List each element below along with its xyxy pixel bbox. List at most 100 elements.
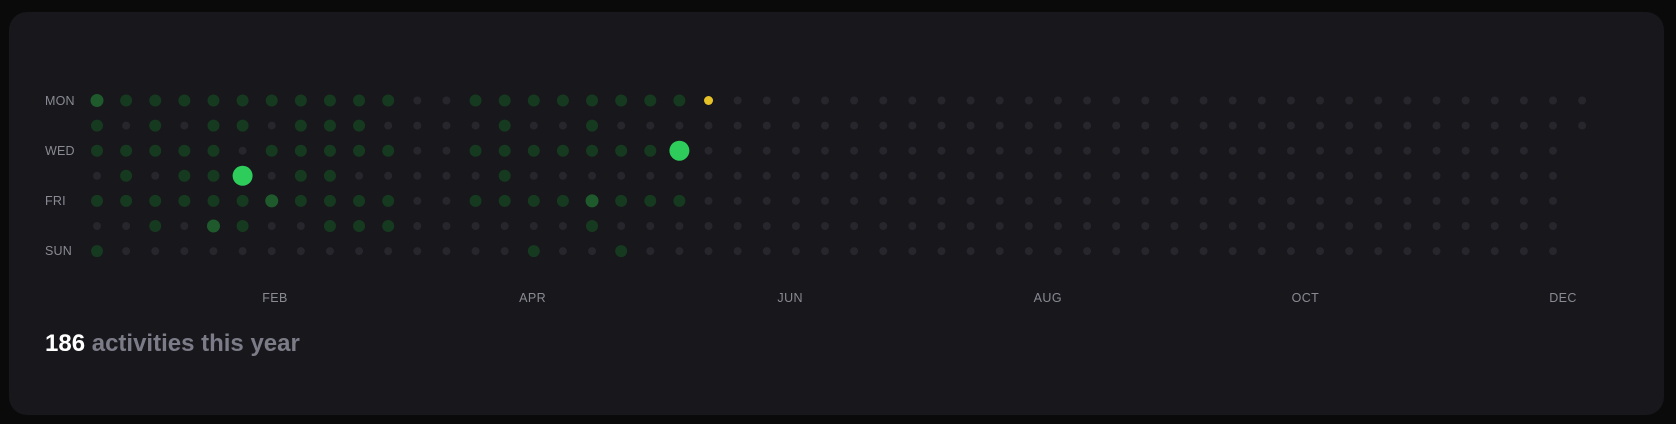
day-cell-w50-fri[interactable] bbox=[1519, 196, 1528, 205]
day-cell-w25-tue[interactable] bbox=[791, 121, 800, 130]
day-cell-w7-tue[interactable] bbox=[267, 121, 276, 130]
day-cell-w40-tue[interactable] bbox=[1228, 121, 1237, 130]
day-cell-w17-fri[interactable] bbox=[556, 194, 569, 207]
day-cell-w42-sun[interactable] bbox=[1286, 247, 1295, 256]
day-cell-w40-thu[interactable] bbox=[1228, 171, 1237, 180]
day-cell-w8-mon[interactable] bbox=[294, 94, 307, 107]
day-cell-w36-thu[interactable] bbox=[1112, 171, 1121, 180]
day-cell-w50-sun[interactable] bbox=[1519, 247, 1528, 256]
day-cell-w35-sun[interactable] bbox=[1083, 247, 1092, 256]
day-cell-w41-tue[interactable] bbox=[1257, 121, 1266, 130]
day-cell-w41-thu[interactable] bbox=[1257, 171, 1266, 180]
day-cell-w13-thu[interactable] bbox=[442, 171, 451, 180]
day-cell-w47-sun[interactable] bbox=[1432, 247, 1441, 256]
day-cell-w15-tue[interactable] bbox=[498, 119, 511, 132]
day-cell-w23-fri[interactable] bbox=[733, 196, 742, 205]
day-cell-w24-sun[interactable] bbox=[762, 247, 771, 256]
day-cell-w46-sun[interactable] bbox=[1403, 247, 1412, 256]
day-cell-w48-mon[interactable] bbox=[1461, 96, 1470, 105]
day-cell-w38-sun[interactable] bbox=[1170, 247, 1179, 256]
day-cell-w2-fri[interactable] bbox=[120, 194, 133, 207]
day-cell-w12-fri[interactable] bbox=[413, 196, 422, 205]
day-cell-w13-wed[interactable] bbox=[442, 146, 451, 155]
day-cell-w1-fri[interactable] bbox=[91, 194, 103, 207]
day-cell-w17-tue[interactable] bbox=[558, 121, 567, 130]
day-cell-w27-tue[interactable] bbox=[850, 121, 859, 130]
day-cell-w51-fri[interactable] bbox=[1549, 196, 1557, 205]
day-cell-w32-thu[interactable] bbox=[995, 171, 1004, 180]
day-cell-w19-sat[interactable] bbox=[617, 222, 626, 230]
day-cell-w34-wed[interactable] bbox=[1053, 146, 1062, 155]
day-cell-w26-tue[interactable] bbox=[821, 121, 829, 130]
day-cell-w35-mon[interactable] bbox=[1083, 96, 1092, 105]
day-cell-w16-sat[interactable] bbox=[529, 222, 538, 230]
day-cell-w24-fri[interactable] bbox=[762, 196, 771, 205]
day-cell-w49-fri[interactable] bbox=[1490, 196, 1499, 205]
day-cell-w28-fri[interactable] bbox=[879, 196, 888, 205]
day-cell-w10-mon[interactable] bbox=[353, 94, 366, 107]
day-cell-w42-wed[interactable] bbox=[1286, 146, 1295, 155]
day-cell-w45-wed[interactable] bbox=[1374, 146, 1383, 155]
day-cell-w7-mon[interactable] bbox=[265, 94, 278, 107]
day-cell-w14-tue[interactable] bbox=[471, 121, 480, 130]
day-cell-w6-tue[interactable] bbox=[236, 119, 249, 132]
day-cell-w39-sun[interactable] bbox=[1199, 247, 1208, 256]
day-cell-w36-fri[interactable] bbox=[1112, 196, 1121, 205]
day-cell-w26-thu[interactable] bbox=[821, 171, 829, 180]
day-cell-w27-thu[interactable] bbox=[850, 171, 859, 180]
day-cell-w9-fri[interactable] bbox=[323, 194, 336, 207]
day-cell-w37-sun[interactable] bbox=[1141, 247, 1150, 256]
day-cell-w26-wed[interactable] bbox=[821, 146, 829, 155]
day-cell-w11-sun[interactable] bbox=[384, 247, 393, 256]
day-cell-w14-mon[interactable] bbox=[469, 94, 482, 107]
day-cell-w4-thu[interactable] bbox=[178, 169, 191, 182]
day-cell-w30-fri[interactable] bbox=[937, 196, 946, 205]
day-cell-w19-sun[interactable] bbox=[615, 245, 628, 258]
day-cell-w38-fri[interactable] bbox=[1170, 196, 1179, 205]
day-cell-w39-wed[interactable] bbox=[1199, 146, 1208, 155]
day-cell-w19-thu[interactable] bbox=[617, 171, 626, 180]
day-cell-w35-sat[interactable] bbox=[1083, 222, 1092, 230]
day-cell-w1-sun[interactable] bbox=[91, 245, 103, 258]
day-cell-w6-sun[interactable] bbox=[238, 247, 247, 256]
day-cell-w21-fri[interactable] bbox=[673, 194, 686, 207]
day-cell-w17-wed[interactable] bbox=[556, 144, 569, 157]
day-cell-w42-sat[interactable] bbox=[1286, 222, 1295, 230]
day-cell-w42-tue[interactable] bbox=[1286, 121, 1295, 130]
day-cell-w21-tue[interactable] bbox=[675, 121, 684, 130]
day-cell-w7-fri[interactable] bbox=[265, 194, 279, 208]
day-cell-w9-sat[interactable] bbox=[323, 220, 336, 232]
day-cell-w2-thu[interactable] bbox=[120, 169, 133, 182]
day-cell-w18-wed[interactable] bbox=[586, 144, 599, 157]
day-cell-w35-wed[interactable] bbox=[1083, 146, 1092, 155]
day-cell-w39-fri[interactable] bbox=[1199, 196, 1208, 205]
day-cell-w39-tue[interactable] bbox=[1199, 121, 1208, 130]
day-cell-w49-sat[interactable] bbox=[1490, 222, 1499, 230]
day-cell-w36-mon[interactable] bbox=[1112, 96, 1121, 105]
day-cell-w3-mon[interactable] bbox=[149, 94, 162, 107]
day-cell-w17-thu[interactable] bbox=[558, 171, 567, 180]
day-cell-w4-sat[interactable] bbox=[180, 222, 189, 230]
day-cell-w28-wed[interactable] bbox=[879, 146, 888, 155]
day-cell-w6-fri[interactable] bbox=[236, 194, 249, 207]
day-cell-w40-wed[interactable] bbox=[1228, 146, 1237, 155]
day-cell-w18-sat[interactable] bbox=[586, 220, 599, 232]
day-cell-w30-wed[interactable] bbox=[937, 146, 946, 155]
day-cell-w9-thu[interactable] bbox=[323, 169, 336, 182]
day-cell-w18-mon[interactable] bbox=[586, 94, 599, 107]
day-cell-w49-sun[interactable] bbox=[1490, 247, 1499, 256]
day-cell-w22-sat[interactable] bbox=[704, 222, 713, 230]
day-cell-w15-sat[interactable] bbox=[500, 222, 509, 230]
day-cell-w15-fri[interactable] bbox=[498, 194, 511, 207]
day-cell-w17-mon[interactable] bbox=[556, 94, 569, 107]
day-cell-w8-thu[interactable] bbox=[294, 169, 307, 182]
day-cell-w12-thu[interactable] bbox=[413, 171, 422, 180]
day-cell-w47-fri[interactable] bbox=[1432, 196, 1441, 205]
day-cell-w4-tue[interactable] bbox=[180, 121, 189, 130]
day-cell-w31-tue[interactable] bbox=[966, 121, 975, 130]
day-cell-w10-sun[interactable] bbox=[355, 247, 364, 256]
day-cell-w10-thu[interactable] bbox=[355, 171, 364, 180]
day-cell-w19-wed[interactable] bbox=[615, 144, 628, 157]
day-cell-w40-fri[interactable] bbox=[1228, 196, 1237, 205]
day-cell-w37-fri[interactable] bbox=[1141, 196, 1150, 205]
